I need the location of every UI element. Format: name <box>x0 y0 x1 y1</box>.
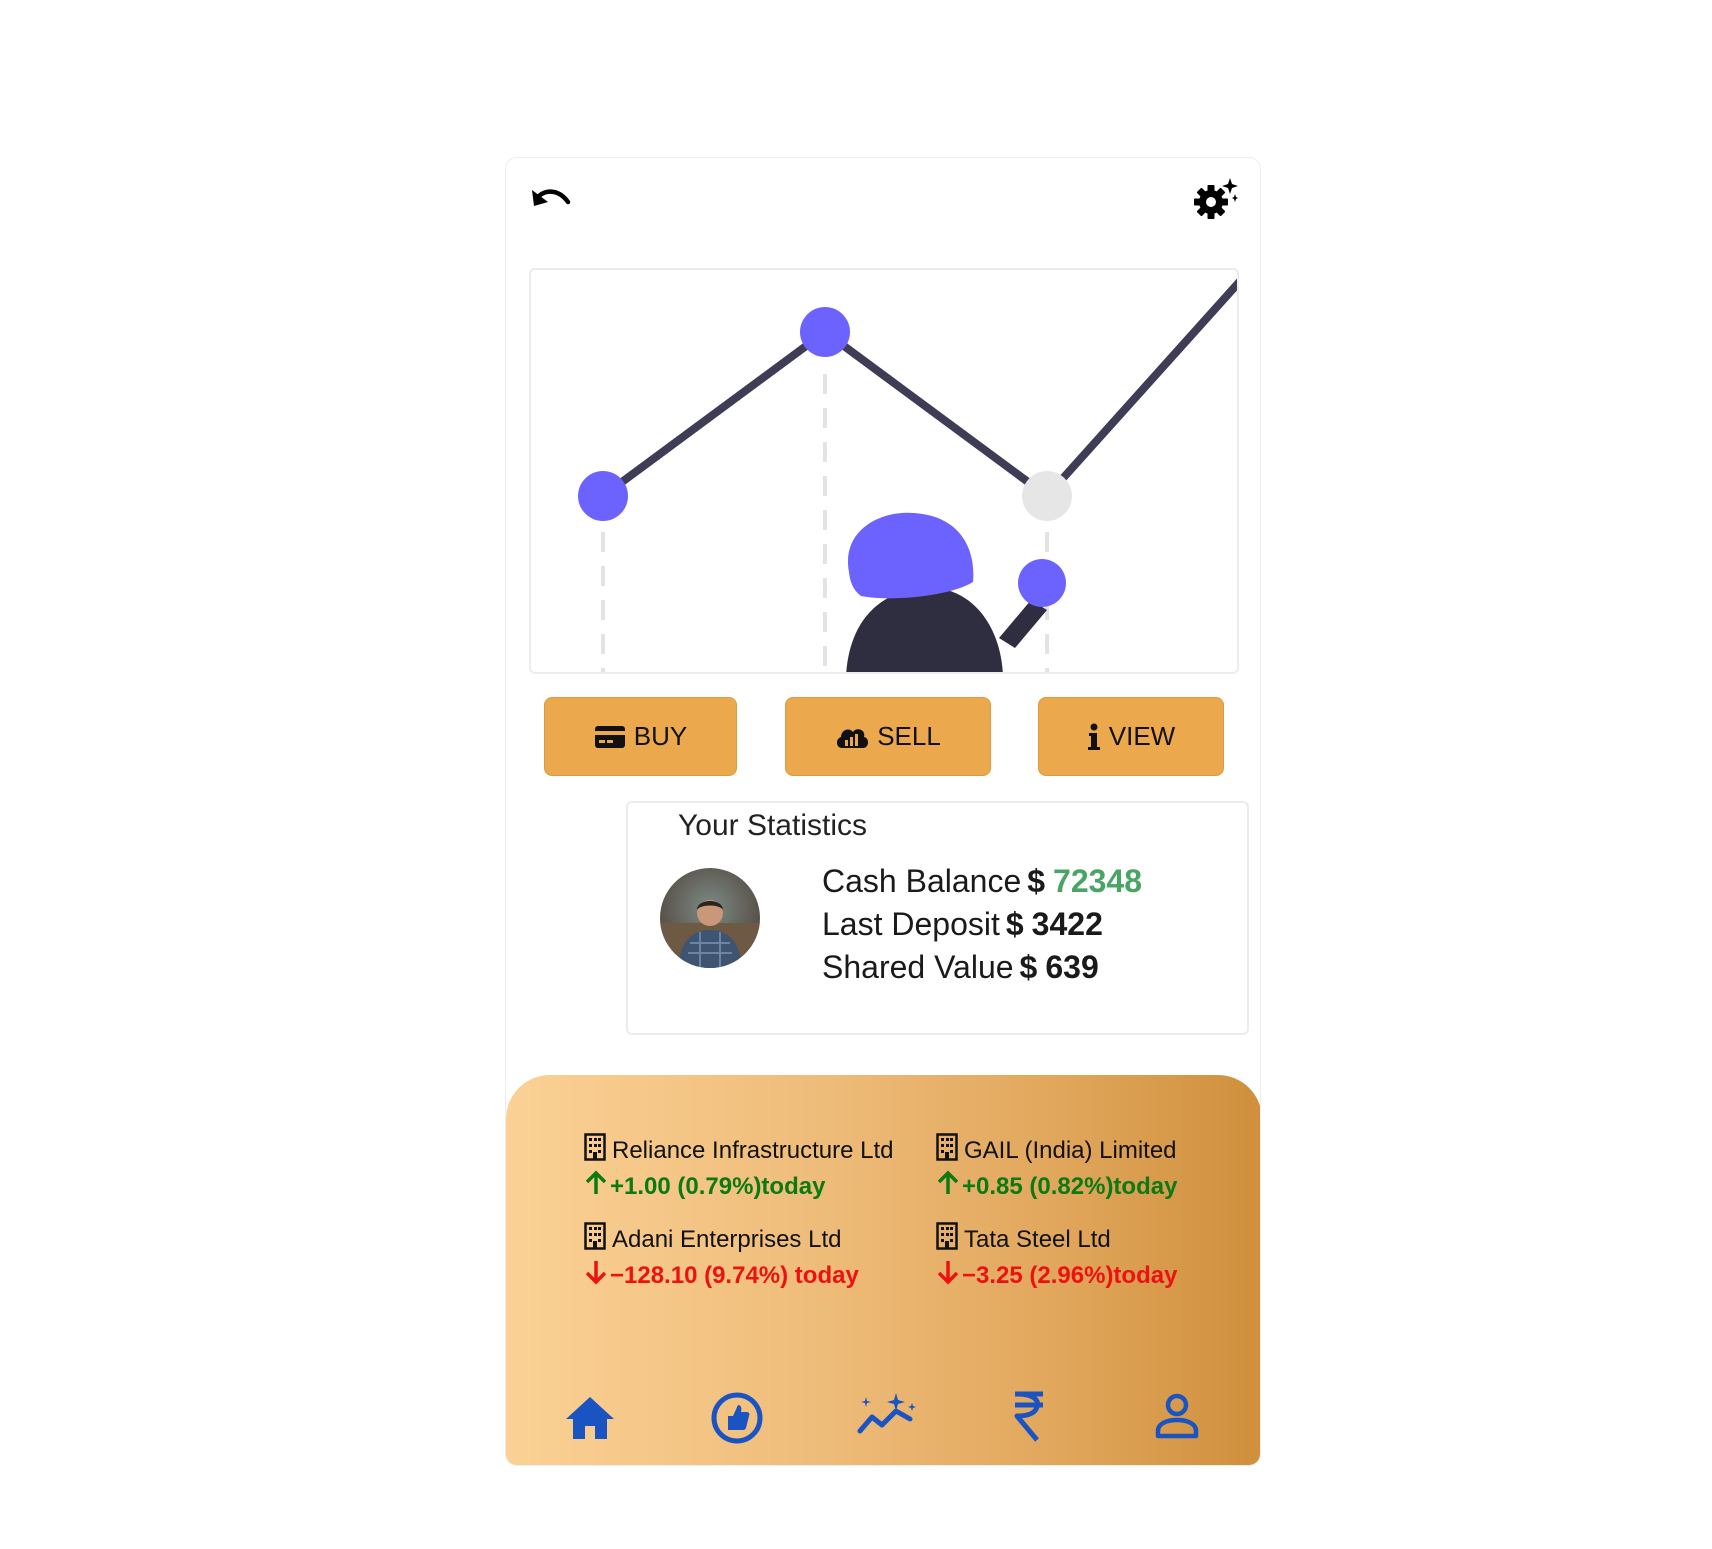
currency-symbol: $ <box>1005 906 1024 942</box>
info-icon <box>1087 723 1101 751</box>
last-deposit-value: 3422 <box>1031 906 1103 942</box>
buy-button[interactable]: BUY <box>544 697 737 776</box>
ticker-item[interactable]: Tata Steel Ltd −3.25 (2.96%)today <box>936 1222 1177 1292</box>
ticker-name: Adani Enterprises Ltd <box>612 1225 842 1253</box>
statistics-card: Your Statistics Cash Balance $72348 Last… <box>626 801 1249 1035</box>
ticker-name: GAIL (India) Limited <box>964 1136 1177 1164</box>
arrow-down-icon <box>936 1259 960 1292</box>
statistics-title: Your Statistics <box>678 809 867 842</box>
cash-balance-label: Cash Balance <box>822 863 1022 899</box>
cash-balance-row: Cash Balance $72348 <box>822 863 1142 900</box>
shared-value-label: Shared Value <box>822 949 1014 985</box>
building-icon <box>936 1133 958 1168</box>
market-panel: Reliance Infrastructure Ltd +1.00 (0.79%… <box>506 1075 1260 1465</box>
currency-symbol: $ <box>1019 949 1038 985</box>
app-screen: BUY SELL VIEW Your Statistics Cash Balan… <box>505 157 1261 1466</box>
last-deposit-row: Last Deposit $3422 <box>822 906 1103 943</box>
ticker-change: −3.25 (2.96%)today <box>962 1261 1178 1289</box>
buy-label: BUY <box>633 721 688 751</box>
cash-balance-value: 72348 <box>1053 863 1143 899</box>
ticker-item[interactable]: Adani Enterprises Ltd −128.10 (9.74%) to… <box>584 1222 859 1292</box>
shared-value-row: Shared Value $639 <box>822 949 1099 986</box>
arrow-down-icon <box>584 1259 608 1292</box>
arrow-up-icon <box>584 1170 608 1203</box>
settings-sparkle-icon[interactable] <box>1192 176 1238 222</box>
growth-illustration <box>529 268 1239 674</box>
thumbs-up-icon[interactable] <box>711 1392 763 1449</box>
shared-value-value: 639 <box>1045 949 1099 985</box>
sell-button[interactable]: SELL <box>785 697 991 776</box>
ticker-item[interactable]: Reliance Infrastructure Ltd +1.00 (0.79%… <box>584 1133 893 1203</box>
arrow-up-icon <box>936 1170 960 1203</box>
credit-card-icon <box>594 725 626 749</box>
building-icon <box>584 1133 606 1168</box>
ticker-name: Reliance Infrastructure Ltd <box>612 1136 894 1164</box>
ticker-item[interactable]: GAIL (India) Limited +0.85 (0.82%)today <box>936 1133 1177 1203</box>
ticker-change: +0.85 (0.82%)today <box>962 1172 1178 1200</box>
building-icon <box>936 1222 958 1257</box>
undo-icon[interactable] <box>528 180 574 220</box>
ticker-name: Tata Steel Ltd <box>964 1225 1111 1253</box>
cloud-chart-icon <box>835 724 869 750</box>
profile-icon[interactable] <box>1155 1393 1199 1444</box>
ticker-change: +1.00 (0.79%)today <box>610 1172 826 1200</box>
sell-label: SELL <box>877 721 941 751</box>
last-deposit-label: Last Deposit <box>822 906 1000 942</box>
home-icon[interactable] <box>564 1395 616 1446</box>
view-button[interactable]: VIEW <box>1038 697 1224 776</box>
currency-symbol: $ <box>1027 863 1046 899</box>
trending-sparkle-icon[interactable] <box>856 1391 916 1444</box>
avatar[interactable] <box>660 868 760 968</box>
building-icon <box>584 1222 606 1257</box>
ticker-change: −128.10 (9.74%) today <box>610 1261 859 1289</box>
view-label: VIEW <box>1108 721 1176 751</box>
rupee-icon[interactable] <box>1011 1390 1047 1447</box>
